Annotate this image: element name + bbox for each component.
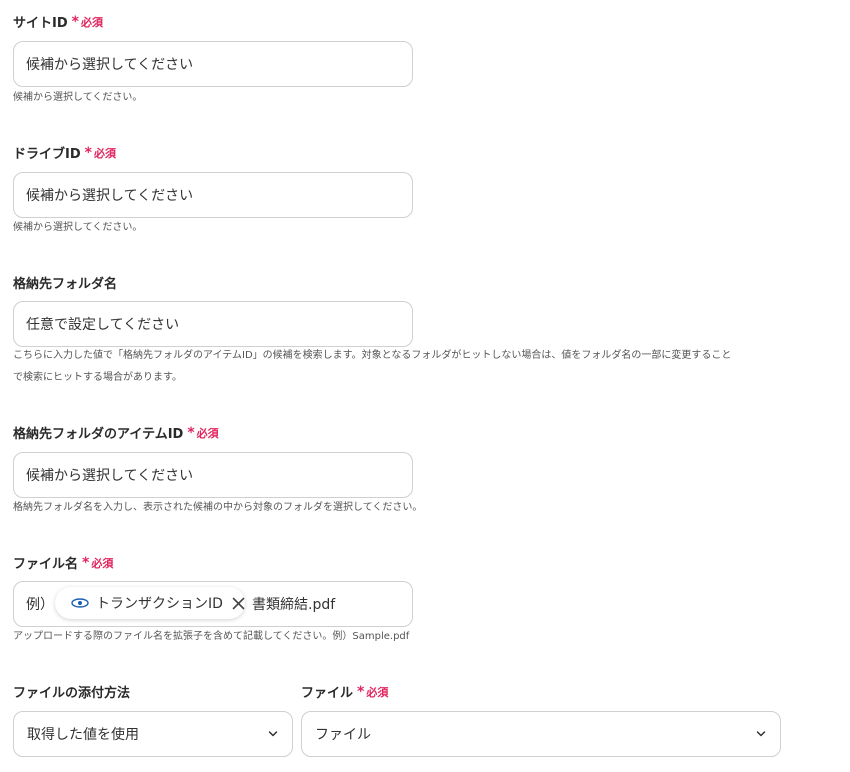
required-asterisk: *: [71, 13, 79, 30]
file-value: ファイル: [315, 727, 371, 743]
attach-method-select[interactable]: 取得した値を使用: [13, 711, 293, 757]
folder-item-id-input[interactable]: 候補から選択してください: [13, 452, 413, 498]
file-name-label-text: ファイル名: [13, 557, 79, 572]
required-asterisk: *: [187, 424, 195, 441]
site-id-placeholder: 候補から選択してください: [26, 57, 194, 73]
drive-id-label: ドライブID * 必須: [13, 143, 116, 163]
required-asterisk: *: [82, 554, 90, 571]
folder-item-id-help: 格納先フォルダ名を入力し、表示された候補の中から対象のフォルダを選択してください…: [13, 502, 423, 513]
file-label-text: ファイル: [301, 686, 354, 701]
drive-id-input[interactable]: 候補から選択してください: [13, 172, 413, 218]
required-text: 必須: [366, 685, 389, 699]
attach-method-label: ファイルの添付方法: [13, 682, 130, 701]
file-name-prefix: 例）: [26, 597, 54, 613]
drive-id-placeholder: 候補から選択してください: [26, 188, 194, 204]
required-asterisk: *: [357, 683, 365, 700]
transaction-id-chip[interactable]: トランザクションID: [55, 587, 245, 619]
drive-id-help: 候補から選択してください。: [13, 222, 143, 233]
required-text: 必須: [80, 15, 103, 29]
folder-name-help-line2: で検索にヒットする場合があります。: [13, 372, 182, 383]
chip-label: トランザクションID: [96, 596, 223, 612]
folder-item-id-placeholder: 候補から選択してください: [26, 468, 194, 484]
site-id-label: サイトID * 必須: [13, 12, 103, 32]
file-name-help: アップロードする際のファイル名を拡張子を含めて記載してください。例）Sample…: [13, 631, 410, 642]
required-asterisk: *: [84, 144, 92, 161]
site-id-label-text: サイトID: [13, 16, 68, 31]
folder-name-help-line1: こちらに入力した値で「格納先フォルダのアイテムID」の候補を検索します。対象とな…: [13, 350, 732, 361]
chevron-down-icon: [268, 731, 278, 737]
required-text: 必須: [93, 146, 116, 160]
site-id-input[interactable]: 候補から選択してください: [13, 41, 413, 87]
chevron-down-icon: [756, 731, 766, 737]
folder-item-id-label-text: 格納先フォルダのアイテムID: [13, 427, 184, 442]
file-name-label: ファイル名 * 必須: [13, 553, 114, 573]
attach-method-value: 取得した値を使用: [27, 727, 139, 743]
folder-name-label-text: 格納先フォルダ名: [13, 277, 118, 292]
required-text: 必須: [196, 426, 219, 440]
file-select[interactable]: ファイル: [301, 711, 781, 757]
attach-method-label-text: ファイルの添付方法: [13, 686, 131, 701]
service-logo-icon: [71, 598, 89, 608]
folder-item-id-label: 格納先フォルダのアイテムID * 必須: [13, 423, 219, 443]
required-text: 必須: [91, 556, 114, 570]
drive-id-label-text: ドライブID: [13, 147, 81, 162]
folder-name-label: 格納先フォルダ名: [13, 273, 117, 292]
site-id-help: 候補から選択してください。: [13, 92, 143, 103]
close-icon[interactable]: [232, 597, 245, 610]
folder-name-input[interactable]: 任意で設定してください: [13, 301, 413, 347]
folder-name-placeholder: 任意で設定してください: [26, 317, 180, 333]
file-name-suffix: 書類締結.pdf: [252, 597, 336, 613]
file-label: ファイル * 必須: [301, 682, 389, 702]
